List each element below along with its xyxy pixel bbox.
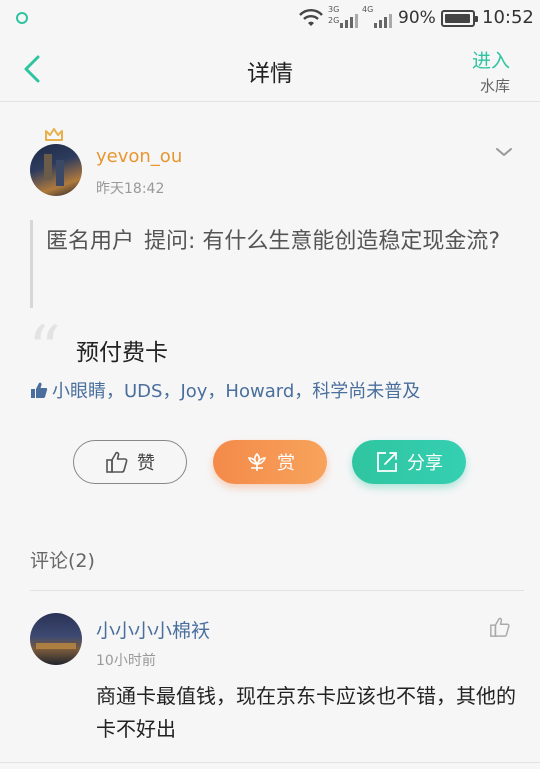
comments-title: 评论(2) <box>30 550 95 572</box>
divider <box>0 762 540 763</box>
comment-author-avatar[interactable] <box>30 613 82 665</box>
thumbs-up-icon <box>31 382 48 398</box>
post-author-name[interactable]: yevon_ou <box>96 146 182 167</box>
share-icon <box>377 452 397 472</box>
divider <box>30 590 524 591</box>
battery-icon <box>441 10 478 27</box>
question-block[interactable]: 匿名用户 提问: 有什么生意能创造稳定现金流? <box>46 222 526 262</box>
question-text: 提问: 有什么生意能创造稳定现金流? <box>144 229 501 254</box>
net-label-3g: 3G <box>328 5 340 14</box>
like-button-label: 赞 <box>137 453 155 474</box>
signal-3g-icon: 3G 2G <box>328 5 358 30</box>
enter-button-subtitle[interactable]: 水库 <box>480 75 510 96</box>
net-label-4g: 4G <box>362 5 374 14</box>
likers-row[interactable]: 小眼睛，UDS，Joy，Howard，科学尚未普及 <box>30 376 420 404</box>
comment-timestamp: 10小时前 <box>96 653 156 669</box>
answer-text: 预付费卡 <box>76 340 168 366</box>
crown-icon <box>45 128 63 141</box>
reward-button[interactable]: 赏 <box>213 440 327 484</box>
comment-like-icon[interactable] <box>489 616 511 638</box>
page-title: 详情 <box>247 61 293 87</box>
comment-author-name[interactable]: 小小小小棉袄 <box>96 616 210 643</box>
comment-text: 商通卡最值钱，现在京东卡应该也不错，其他的卡不好出 <box>96 684 516 741</box>
header: 详情 进入 水库 <box>0 38 540 102</box>
clock: 10:52 <box>482 7 534 28</box>
thumbs-up-outline-icon <box>106 451 128 473</box>
wifi-icon <box>299 9 323 26</box>
battery-percent: 90% <box>398 8 436 28</box>
enter-button[interactable]: 进入 <box>472 46 510 73</box>
quote-mark-icon: “ <box>28 313 61 387</box>
net-label-2g: 2G <box>328 16 340 25</box>
likers-names: 小眼睛，UDS，Joy，Howard，科学尚未普及 <box>52 381 421 402</box>
lotus-icon <box>247 452 267 471</box>
post-author-avatar[interactable] <box>30 144 82 196</box>
chevron-down-icon[interactable] <box>494 142 514 162</box>
like-button[interactable]: 赞 <box>73 440 187 484</box>
question-quote-bar <box>30 220 33 308</box>
post-timestamp: 昨天18:42 <box>96 181 165 197</box>
share-button-label: 分享 <box>407 453 443 474</box>
notification-dot-icon <box>16 12 28 24</box>
question-author: 匿名用户 <box>46 229 135 254</box>
status-bar: 3G 2G 4G 90% 10:52 <box>0 0 540 38</box>
signal-4g-icon: 4G <box>362 5 392 30</box>
share-button[interactable]: 分享 <box>352 440 466 484</box>
reward-button-label: 赏 <box>277 453 295 474</box>
